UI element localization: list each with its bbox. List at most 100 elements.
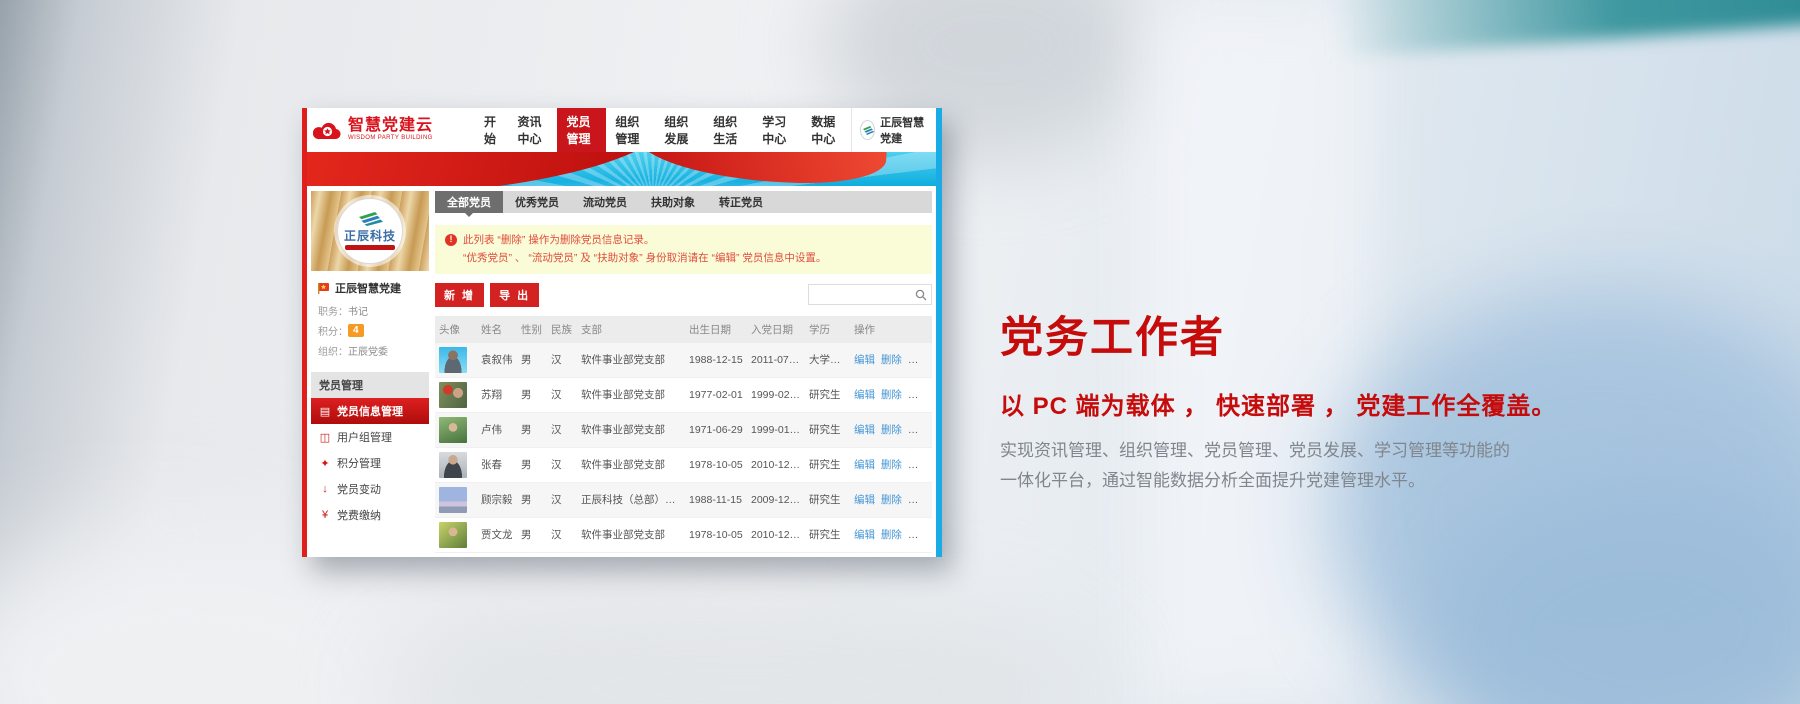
sidebar-item-member-change[interactable]: ↓ 党员变动: [311, 476, 429, 502]
search-box[interactable]: [808, 284, 932, 306]
org-stripes-icon: [359, 212, 383, 226]
sidebar-user-name: 正辰智慧党建: [335, 283, 401, 295]
decorative-banner: [307, 152, 936, 186]
sidebar-item-member-info[interactable]: ▤ 党员信息管理: [311, 398, 429, 424]
delete-link[interactable]: 删除: [881, 424, 902, 436]
edit-link[interactable]: 编辑: [854, 529, 875, 541]
nav-item-member-management[interactable]: 党员管理: [557, 108, 607, 152]
score-record-link[interactable]: 积分记录: [908, 354, 932, 366]
member-tabs: 全部党员 优秀党员 流动党员 扶助对象 转正党员: [435, 191, 932, 217]
score-badge: 4: [348, 324, 364, 337]
cell-education: 研究生: [805, 377, 850, 413]
delete-link[interactable]: 删除: [881, 459, 902, 471]
苏翔[interactable]: 苏翔 男 汉 软件事业部党支部 1977-02-01 1999-02-01 研究…: [435, 377, 932, 413]
edit-link[interactable]: 编辑: [854, 459, 875, 471]
hero-description-line-2: 一体化平台，通过智能数据分析全面提升党建管理水平。: [1000, 471, 1425, 490]
cell-join-date: 1999-01-01: [747, 412, 805, 448]
menu-item-icon: ▤: [319, 405, 331, 418]
column-header: 支部: [577, 315, 685, 343]
nav-item-org-management[interactable]: 组织管理: [606, 108, 655, 152]
cell-ethnic: 汉: [547, 342, 577, 378]
score-record-link[interactable]: 积分记录: [908, 529, 932, 541]
column-header: 民族: [547, 315, 577, 343]
sidebar-item-score[interactable]: ✦ 积分管理: [311, 450, 429, 476]
顾宗毅[interactable]: 顾宗毅 男 汉 正辰科技（总部）党支部 1988-11-15 2009-12-0…: [435, 482, 932, 518]
sidebar-user-score: 积分： 4: [318, 323, 422, 338]
tab-mobile-members[interactable]: 流动党员: [571, 191, 639, 213]
page: 智慧党建云 WISDOM PARTY BUILDING 开始 资讯中心 党员管理 组织…: [0, 0, 1800, 704]
brand-subtitle: WISDOM PARTY BUILDING: [348, 135, 433, 142]
nav-item-learning-center[interactable]: 学习中心: [753, 108, 802, 152]
cell-gender: 男: [517, 482, 547, 518]
delete-link[interactable]: 删除: [881, 354, 902, 366]
cell-ethnic: 汉: [547, 482, 577, 518]
delete-link[interactable]: 删除: [881, 494, 902, 506]
sidebar-item-fee-payment[interactable]: ¥ 党费缴纳: [311, 502, 429, 528]
red-flag-shape-right: [633, 152, 887, 186]
column-header: 姓名: [477, 315, 517, 343]
score-record-link[interactable]: 积分记录: [908, 494, 932, 506]
edit-link[interactable]: 编辑: [854, 354, 875, 366]
sidebar-org-banner: 正辰科技: [311, 191, 429, 271]
nav-item-org-life[interactable]: 组织生活: [704, 108, 753, 152]
tab-assist-targets[interactable]: 扶助对象: [639, 191, 707, 213]
nav-item-news-center[interactable]: 资讯中心: [508, 108, 557, 152]
score-record-link[interactable]: 积分记录: [908, 459, 932, 471]
cell-name: 张春: [477, 447, 517, 483]
sidebar-item-user-group[interactable]: ◫ 用户组管理: [311, 424, 429, 450]
menu-item-icon: ↓: [322, 483, 328, 495]
notice-text: 此列表 “删除” 操作为删除党员信息记录。 “优秀党员” 、 “流动党员” 及 …: [463, 231, 826, 268]
avatar: [439, 486, 467, 513]
cell-birth-date: 1971-06-29: [685, 412, 747, 448]
tab-regular-members[interactable]: 转正党员: [707, 191, 775, 213]
column-header: 头像: [435, 315, 477, 343]
add-button[interactable]: 新 增: [435, 282, 485, 307]
cell-gender: 男: [517, 517, 547, 553]
notice-line-1: 此列表 “删除” 操作为删除党员信息记录。: [463, 234, 655, 246]
nav-item-org-development[interactable]: 组织发展: [655, 108, 704, 152]
cell-ethnic: 汉: [547, 412, 577, 448]
toolbar: 新 增 导 出: [435, 282, 932, 307]
account-area[interactable]: 正辰智慧党建: [851, 108, 936, 152]
edit-link[interactable]: 编辑: [854, 389, 875, 401]
search-icon[interactable]: [915, 289, 927, 301]
score-record-link[interactable]: 积分记录: [908, 424, 932, 436]
main-panel: 全部党员 优秀党员 流动党员 扶助对象 转正党员 ! 此列表 “删除” 操作为删除党员信…: [435, 191, 932, 553]
tab-excellent-members[interactable]: 优秀党员: [503, 191, 571, 213]
avatar: [439, 381, 467, 408]
cell-branch: 软件事业部党支部: [577, 517, 685, 553]
red-cloud-logo-icon: [313, 122, 341, 140]
delete-link[interactable]: 删除: [881, 529, 902, 541]
score-record-link[interactable]: 积分记录: [908, 389, 932, 401]
notice-icon: !: [445, 234, 457, 246]
avatar: [439, 416, 467, 443]
cell-education: 研究生: [805, 412, 850, 448]
hero-description-line-1: 实现资讯管理、组织管理、党员管理、党员发展、学习管理等功能的: [1000, 441, 1510, 460]
edit-link[interactable]: 编辑: [854, 424, 875, 436]
cell-name: 袁叙伟: [477, 342, 517, 378]
delete-link[interactable]: 删除: [881, 389, 902, 401]
nav-item-data-center[interactable]: 数据中心: [802, 108, 851, 152]
袁叙伟[interactable]: 袁叙伟 男 汉 软件事业部党支部 1988-12-15 2011-07-09 大…: [435, 342, 932, 378]
search-input[interactable]: [809, 288, 915, 301]
main-nav: 开始 资讯中心 党员管理 组织管理 组织发展 组织生活 学习中心 数据中心: [475, 108, 851, 152]
party-flag-icon: [318, 282, 329, 294]
sidebar-user-name-row: 正辰智慧党建: [318, 280, 422, 296]
cell-actions: 编辑 删除 积分记录: [850, 377, 932, 413]
cell-birth-date: 1977-02-01: [685, 377, 747, 413]
sidebar-user-role: 职务： 书记: [318, 307, 368, 318]
column-header: 入党日期: [747, 315, 805, 343]
张春[interactable]: 张春 男 汉 软件事业部党支部 1978-10-05 2010-12-01 研究…: [435, 447, 932, 483]
app-screenshot: 智慧党建云 WISDOM PARTY BUILDING 开始 资讯中心 党员管理 组织…: [302, 108, 942, 557]
export-button[interactable]: 导 出: [490, 282, 540, 307]
cell-branch: 软件事业部党支部: [577, 412, 685, 448]
menu-item-icon: ◫: [319, 431, 331, 444]
cell-birth-date: 1978-10-05: [685, 447, 747, 483]
tab-all-members[interactable]: 全部党员: [435, 191, 503, 217]
贾文龙[interactable]: 贾文龙 男 汉 软件事业部党支部 1978-10-05 2010-12-01 研…: [435, 517, 932, 553]
nav-item-start[interactable]: 开始: [475, 108, 508, 152]
卢伟[interactable]: 卢伟 男 汉 软件事业部党支部 1971-06-29 1999-01-01 研究…: [435, 412, 932, 448]
cell-actions: 编辑 删除 积分记录: [850, 447, 932, 483]
cell-join-date: 1999-02-01: [747, 377, 805, 413]
edit-link[interactable]: 编辑: [854, 494, 875, 506]
